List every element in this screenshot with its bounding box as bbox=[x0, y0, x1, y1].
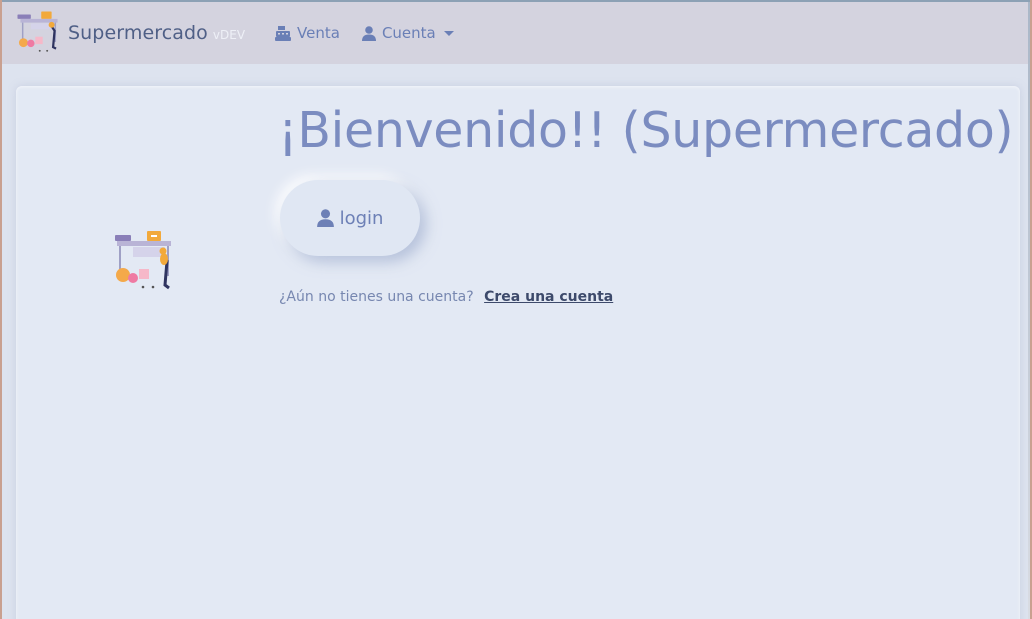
signup-prompt-line: ¿Aún no tienes una cuenta? Crea una cuen… bbox=[279, 289, 613, 305]
browser-viewport: Supermercado vDEV Venta Cuenta ¡Bienveni… bbox=[2, 0, 1030, 619]
window-edge bbox=[1028, 2, 1030, 619]
signup-prompt-text: ¿Aún no tienes una cuenta? bbox=[279, 289, 474, 305]
create-account-link[interactable]: Crea una cuenta bbox=[484, 289, 613, 305]
user-icon bbox=[361, 25, 376, 41]
brand-version: vDEV bbox=[212, 28, 246, 42]
nav-item-venta-label: Venta bbox=[297, 24, 340, 42]
welcome-title: ¡Bienvenido!! (Supermercado) bbox=[278, 102, 1014, 159]
login-button-label: login bbox=[339, 207, 384, 229]
login-button[interactable]: login bbox=[280, 180, 420, 256]
nav-item-venta[interactable]: Venta bbox=[275, 24, 340, 42]
main-content-card: ¡Bienvenido!! (Supermercado) login ¿Aún … bbox=[16, 86, 1020, 619]
cash-register-icon bbox=[275, 25, 292, 41]
user-icon bbox=[316, 209, 334, 227]
chevron-down-icon bbox=[443, 31, 454, 36]
nav-item-cuenta-label: Cuenta bbox=[381, 24, 436, 42]
brand-link[interactable]: Supermercado vDEV bbox=[14, 10, 245, 56]
brand-name: Supermercado bbox=[68, 22, 208, 44]
supermarket-logo-icon bbox=[17, 11, 58, 52]
supermarket-illustration-icon bbox=[115, 231, 171, 290]
top-navbar: Supermercado vDEV Venta Cuenta bbox=[2, 2, 1030, 64]
nav-item-cuenta-dropdown[interactable]: Cuenta bbox=[361, 24, 454, 42]
